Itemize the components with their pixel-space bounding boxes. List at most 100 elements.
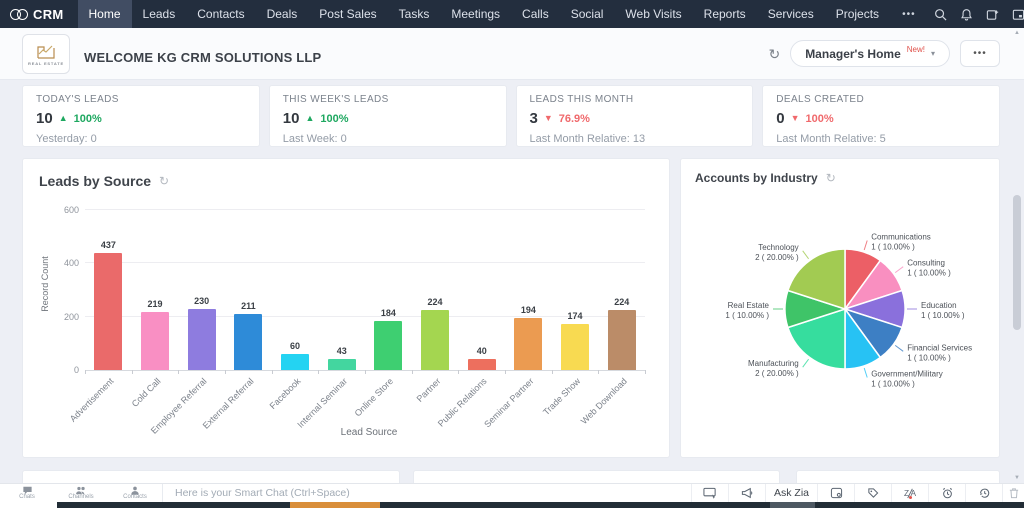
- x-tick-mark: [645, 370, 646, 374]
- dashboard-selector-label: Manager's Home: [805, 46, 901, 61]
- notifications-icon[interactable]: [954, 0, 980, 28]
- company-logo-text: REAL ESTATE: [28, 61, 64, 66]
- pie-label: Consulting 1 ( 10.00% ): [907, 259, 951, 278]
- announcement-icon[interactable]: [728, 484, 765, 502]
- x-tick-label: Partner: [414, 376, 443, 404]
- scroll-down-arrow[interactable]: ▼: [1010, 475, 1024, 481]
- nav-item-social[interactable]: Social: [560, 0, 615, 28]
- pie-label: Financial Services 1 ( 10.00% ): [907, 343, 972, 362]
- kpi-title: DEALS CREATED: [776, 94, 865, 105]
- pie-leader-line: [802, 250, 810, 260]
- tag-icon[interactable]: [854, 484, 891, 502]
- bar-public-relations: [467, 359, 496, 370]
- pie-label: Manufacturing 2 ( 20.00% ): [748, 359, 799, 378]
- refresh-icon[interactable]: ↻: [768, 47, 780, 61]
- bar-value-label: 40: [476, 346, 487, 357]
- calendar-icon[interactable]: [1006, 0, 1024, 28]
- nav-item-deals[interactable]: Deals: [256, 0, 309, 28]
- refresh-icon[interactable]: ↻: [826, 171, 836, 185]
- bar-value-label: 219: [147, 298, 163, 309]
- bar-group: 211: [225, 301, 272, 370]
- chat-tab-chats[interactable]: Chats: [0, 484, 54, 502]
- header-more-button[interactable]: •••: [960, 40, 1000, 67]
- nav-item-meetings[interactable]: Meetings: [440, 0, 511, 28]
- ask-zia-button[interactable]: Ask Zia: [765, 484, 817, 502]
- bar-value-label: 174: [567, 310, 583, 321]
- bar-group: 230: [178, 296, 225, 370]
- pie-chart: Communications 1 ( 10.00% ) Consulting 1 ( …: [695, 191, 985, 427]
- reminder-icon[interactable]: [928, 484, 965, 502]
- nav-item-post-sales[interactable]: Post Sales: [308, 0, 387, 28]
- create-record-icon[interactable]: [980, 0, 1006, 28]
- bar-value-label: 194: [520, 305, 536, 316]
- kpi-card: DEALS CREATED 0 ▼ 100% Last Month Relative: …: [762, 85, 1000, 147]
- app-logo[interactable]: CRM: [0, 0, 78, 28]
- nav-right-icons: [928, 0, 1024, 28]
- new-badge: New!: [906, 45, 925, 54]
- bar-external-referral: [234, 313, 263, 370]
- nav-item-tasks[interactable]: Tasks: [388, 0, 441, 28]
- nav-item-web-visits[interactable]: Web Visits: [614, 0, 692, 28]
- trash-icon[interactable]: [1002, 484, 1024, 502]
- scrollbar-thumb[interactable]: [1013, 195, 1021, 330]
- search-icon[interactable]: [928, 0, 954, 28]
- bar-chart-title-row: Leads by Source ↻: [39, 173, 653, 189]
- kpi-card: LEADS THIS MONTH 3 ▼ 76.9% Last Month Relati…: [515, 85, 754, 147]
- refresh-icon[interactable]: ↻: [159, 174, 169, 188]
- x-label-cell: Web Download: [579, 371, 645, 427]
- nav-more-button[interactable]: •••: [890, 0, 928, 28]
- charts-row: Leads by Source ↻ Record Count 0 200 400 60…: [22, 158, 1000, 458]
- bar-chart-title: Leads by Source: [39, 173, 152, 189]
- pie-label: Real Estate 1 ( 10.00% ): [725, 301, 769, 320]
- crm-logo-icon: [10, 8, 28, 20]
- partial-card: [796, 470, 1000, 484]
- chevron-down-icon: ▾: [930, 49, 935, 58]
- kpi-title: LEADS THIS MONTH: [529, 94, 634, 105]
- chat-tab-contacts[interactable]: Contacts: [108, 484, 162, 502]
- nav-item-services[interactable]: Services: [757, 0, 825, 28]
- smart-chat-input[interactable]: [163, 484, 691, 502]
- kpi-value: 10: [36, 110, 53, 127]
- nav-item-contacts[interactable]: Contacts: [186, 0, 255, 28]
- nav-item-reports[interactable]: Reports: [693, 0, 757, 28]
- history-icon[interactable]: [965, 484, 1002, 502]
- kpi-value-row: 3 ▼ 76.9%: [530, 110, 740, 127]
- pie-label: Education 1 ( 10.00% ): [921, 301, 965, 320]
- bar-value-label: 184: [380, 307, 396, 318]
- page-title: WELCOME KG CRM SOLUTIONS LLP: [84, 50, 322, 65]
- kpi-percent: 76.9%: [558, 112, 590, 125]
- dashboard-selector[interactable]: Manager's Home New! ▾: [790, 40, 950, 67]
- kpi-value: 10: [282, 110, 300, 127]
- zia-chat-icon[interactable]: [817, 484, 854, 502]
- x-label-cell: Seminar Partner: [482, 371, 552, 429]
- bar-value-label: 211: [241, 300, 256, 311]
- kpi-value: 3: [529, 110, 538, 127]
- bar-group: 224: [598, 297, 645, 370]
- kpi-percent: 100%: [320, 112, 349, 125]
- x-label-cell: Online Store: [353, 371, 412, 427]
- x-label-cell: Advertisement: [68, 371, 132, 427]
- nav-item-calls[interactable]: Calls: [511, 0, 560, 28]
- nav-items: Home Leads Contacts Deals Post Sales Tasks Mee…: [77, 0, 891, 28]
- bar-internal-seminar: [327, 358, 356, 370]
- bar-seminar-partner: [514, 318, 543, 370]
- kpi-subtext: Last Week: 0: [282, 133, 347, 145]
- scroll-up-arrow[interactable]: ▲: [1010, 30, 1024, 36]
- bar-advertisement: [94, 253, 123, 370]
- zia-translate-icon[interactable]: ZA: [891, 484, 928, 502]
- x-tick-label: Facebook: [267, 376, 303, 412]
- header-actions: ↻ Manager's Home New! ▾ •••: [768, 40, 1000, 67]
- nav-item-home[interactable]: Home: [77, 0, 132, 28]
- nav-item-leads[interactable]: Leads: [132, 0, 187, 28]
- gridline: [85, 209, 645, 210]
- y-tick-label: 400: [63, 258, 79, 269]
- pie-leader-line: [894, 344, 904, 352]
- screen-share-icon[interactable]: [691, 484, 728, 502]
- bar-value-label: 43: [336, 345, 347, 356]
- bar-value-label: 437: [100, 240, 116, 251]
- nav-item-projects[interactable]: Projects: [825, 0, 890, 28]
- bar-group: 224: [412, 297, 459, 370]
- bar-group: 437: [85, 240, 132, 370]
- bar-chart: Record Count 0 200 400 600 437 219 230 211 60 43 1…: [39, 205, 653, 438]
- chat-tab-channels[interactable]: Channels: [54, 484, 108, 502]
